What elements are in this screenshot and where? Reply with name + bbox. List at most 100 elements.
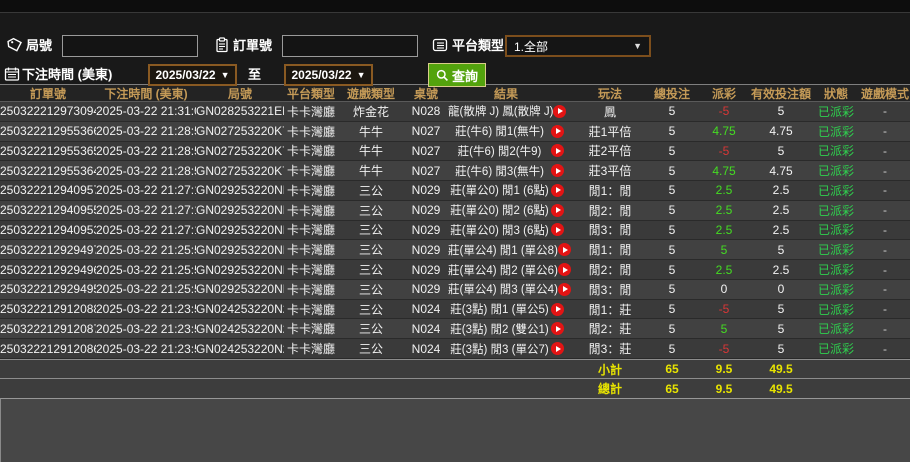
play-video-icon[interactable] bbox=[551, 164, 564, 178]
play-cell: 莊2平倍 bbox=[588, 144, 632, 159]
play-video-icon[interactable] bbox=[551, 302, 564, 316]
time-cell: 2025-03-22 21:23:56 bbox=[96, 341, 196, 356]
table-row: 2503222129120882025-03-22 21:23:56GN0242… bbox=[0, 299, 910, 320]
platform-cell: 卡卡灣廳 bbox=[286, 203, 335, 218]
result-cell: 莊(單公0) 閒1 (6點) bbox=[448, 182, 574, 198]
play-video-icon[interactable] bbox=[551, 342, 564, 356]
game-cell: 牛牛 bbox=[358, 144, 383, 159]
table-row: 2503222129409552025-03-22 21:27:12GN0292… bbox=[0, 200, 910, 221]
to-label: 至 bbox=[248, 67, 262, 82]
date-to-picker[interactable]: 2025/03/22 ▼ bbox=[284, 64, 373, 86]
status-cell: 已派彩 bbox=[817, 342, 854, 357]
play-video-icon[interactable] bbox=[551, 203, 564, 217]
play-video-icon[interactable] bbox=[551, 183, 564, 197]
result-cell: 莊(單公4) 閒3 (單公4) bbox=[448, 281, 574, 297]
result-cell: 莊(3點) 閒3 (單公7) bbox=[448, 341, 574, 357]
play-cell: 閒1：閒 bbox=[588, 243, 632, 258]
play-video-icon[interactable] bbox=[551, 322, 564, 336]
play-video-icon[interactable] bbox=[557, 263, 571, 276]
play-cell: 閒2：閒 bbox=[588, 263, 632, 277]
mode-cell: - bbox=[883, 341, 887, 356]
subtotal-label: 小計 bbox=[597, 362, 622, 377]
result-text: 莊(3點) 閒2 (雙公1) bbox=[450, 323, 549, 336]
round-cell: GN024253220N2 bbox=[196, 341, 284, 356]
status-cell: 已派彩 bbox=[817, 263, 854, 277]
game-cell: 牛牛 bbox=[358, 164, 383, 179]
valid-cell: 5 bbox=[777, 143, 785, 158]
payout-cell: -5 bbox=[718, 104, 730, 119]
payout-cell: 2.5 bbox=[715, 203, 733, 218]
date-to-value: 2025/03/22 bbox=[291, 68, 352, 82]
platform-cell: 卡卡灣廳 bbox=[286, 144, 335, 159]
table-no-cell: N029 bbox=[411, 282, 441, 297]
valid-cell: 5 bbox=[777, 321, 785, 336]
time-cell: 2025-03-22 21:27:12 bbox=[96, 222, 196, 237]
valid-cell: 5 bbox=[777, 104, 785, 119]
result-cell: 龍(散牌 J) 鳳(散牌 J) bbox=[448, 103, 574, 119]
table-row: 2503222129553662025-03-22 21:28:55GN0272… bbox=[0, 121, 910, 142]
bet-cell: 5 bbox=[668, 262, 676, 277]
search-button[interactable]: 查詢 bbox=[428, 63, 487, 87]
round-cell: GN029253220NF bbox=[196, 222, 284, 237]
play-video-icon[interactable] bbox=[551, 223, 564, 237]
search-button-label: 查詢 bbox=[452, 68, 479, 84]
platform-select[interactable]: 1.全部 ▼ bbox=[505, 35, 651, 57]
status-cell: 已派彩 bbox=[817, 104, 854, 119]
column-header: 遊戲類型 bbox=[346, 86, 395, 101]
status-cell: 已派彩 bbox=[817, 183, 854, 198]
platform-cell: 卡卡灣廳 bbox=[286, 243, 335, 258]
table-no-cell: N024 bbox=[411, 302, 441, 317]
mode-cell: - bbox=[883, 124, 887, 139]
platform-cell: 卡卡灣廳 bbox=[286, 322, 335, 337]
play-cell: 鳳 bbox=[603, 104, 616, 119]
valid-cell: 2.5 bbox=[772, 183, 790, 198]
result-text: 莊(單公0) 閒2 (6點) bbox=[450, 205, 549, 218]
order-input[interactable] bbox=[282, 35, 418, 57]
result-cell: 莊(牛6) 閒1(無牛) bbox=[448, 123, 574, 139]
status-cell: 已派彩 bbox=[817, 164, 854, 179]
play-cell: 閒2：莊 bbox=[588, 322, 632, 337]
order-cell: 250322212929497 bbox=[0, 242, 96, 257]
order-cell: 250322212973094 bbox=[0, 104, 96, 119]
table-footer-area bbox=[0, 397, 910, 462]
result-text: 莊(單公4) 閒1 (單公8) bbox=[448, 244, 558, 257]
time-cell: 2025-03-22 21:28:55 bbox=[96, 143, 196, 158]
result-text: 莊(單公0) 閒3 (6點) bbox=[450, 224, 549, 237]
bet-time-label: 下注時間 (美東) bbox=[22, 67, 113, 82]
bet-cell: 5 bbox=[668, 222, 676, 237]
column-header: 結果 bbox=[493, 86, 518, 101]
table-no-cell: N027 bbox=[411, 143, 441, 158]
mode-cell: - bbox=[883, 262, 887, 277]
valid-cell: 2.5 bbox=[772, 203, 790, 218]
time-cell: 2025-03-22 21:28:55 bbox=[96, 163, 196, 178]
payout-cell: -5 bbox=[718, 341, 730, 356]
mode-cell: - bbox=[883, 104, 887, 119]
payout-cell: 2.5 bbox=[715, 262, 733, 277]
time-cell: 2025-03-22 21:28:55 bbox=[96, 124, 196, 139]
play-video-icon[interactable] bbox=[557, 243, 571, 257]
total-label: 總計 bbox=[597, 382, 622, 397]
platform-selected-value: 1.全部 bbox=[514, 39, 549, 54]
valid-cell: 5 bbox=[777, 302, 785, 317]
total-valid: 49.5 bbox=[769, 381, 793, 396]
table-no-cell: N024 bbox=[411, 341, 441, 356]
play-video-icon[interactable] bbox=[553, 104, 567, 118]
time-cell: 2025-03-22 21:27:12 bbox=[96, 203, 196, 218]
result-cell: 莊(單公0) 閒2 (6點) bbox=[448, 202, 574, 218]
status-cell: 已派彩 bbox=[817, 322, 854, 337]
round-input[interactable] bbox=[62, 35, 198, 57]
result-text: 龍(散牌 J) 鳳(散牌 J) bbox=[448, 106, 554, 119]
play-video-icon[interactable] bbox=[557, 282, 571, 296]
play-video-icon[interactable] bbox=[551, 144, 564, 158]
column-header: 有效投注額 bbox=[750, 86, 811, 101]
play-video-icon[interactable] bbox=[551, 124, 564, 138]
round-cell: GN027253220K7 bbox=[196, 163, 284, 178]
platform-cell: 卡卡灣廳 bbox=[286, 302, 335, 317]
column-header: 訂單號 bbox=[29, 86, 66, 101]
game-cell: 三公 bbox=[358, 282, 383, 297]
table-no-cell: N028 bbox=[411, 104, 441, 119]
payout-cell: 5 bbox=[720, 242, 728, 257]
date-from-picker[interactable]: 2025/03/22 ▼ bbox=[148, 64, 237, 86]
status-cell: 已派彩 bbox=[817, 124, 854, 139]
list-icon bbox=[432, 37, 448, 53]
